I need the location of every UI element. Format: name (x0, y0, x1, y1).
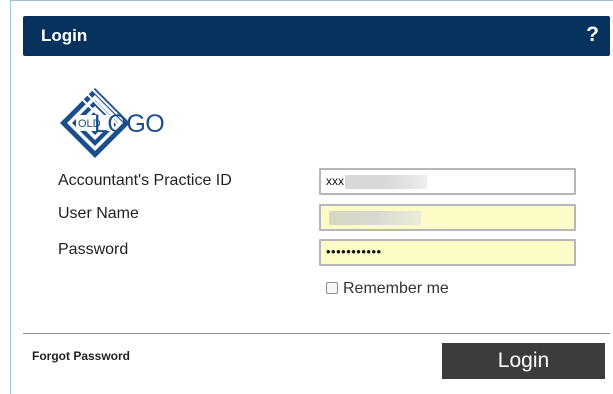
redaction-mask (329, 211, 421, 225)
logo-text: LOGO (94, 110, 165, 138)
login-header: Login ? (23, 16, 610, 56)
remember-me-checkbox[interactable] (326, 282, 338, 294)
password-value: ••••••••••• (326, 244, 382, 259)
username-label: User Name (58, 205, 139, 222)
divider (23, 333, 610, 334)
header-title: Login (41, 26, 88, 45)
redaction-mask (345, 175, 427, 189)
practice-id-input[interactable]: xxx (319, 168, 576, 195)
password-label: Password (58, 241, 129, 258)
password-input[interactable]: ••••••••••• (319, 239, 576, 266)
username-input[interactable] (319, 204, 576, 231)
forgot-password-link[interactable]: Forgot Password (32, 349, 130, 363)
practice-id-label: Accountant's Practice ID (58, 172, 232, 189)
login-button[interactable]: Login (442, 343, 605, 379)
help-icon[interactable]: ? (586, 23, 599, 47)
remember-me-label[interactable]: Remember me (343, 279, 449, 299)
practice-id-value: xxx (326, 174, 344, 188)
login-panel (10, 0, 613, 394)
